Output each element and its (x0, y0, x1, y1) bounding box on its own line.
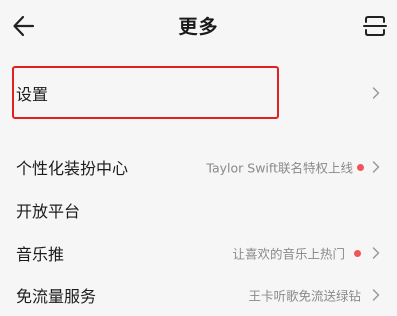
list-item-label: 个性化装扮中心 (16, 159, 129, 178)
settings-label: 设置 (16, 85, 49, 104)
more-menu-list: 个性化装扮中心 Taylor Swift联名特权上线 开放平台 音乐推 让喜欢的… (0, 140, 397, 311)
scan-icon (363, 16, 387, 36)
scan-button[interactable] (359, 10, 391, 42)
settings-row[interactable]: 设置 (0, 72, 397, 114)
settings-card: 设置 (0, 62, 397, 128)
list-item-label: 开放平台 (16, 202, 81, 221)
list-item-subtitle: 王卡听歌免流送绿钻 (248, 288, 361, 304)
chevron-right-icon (372, 247, 380, 259)
red-dot-badge (357, 163, 364, 171)
list-item-label: 音乐推 (16, 245, 65, 264)
list-item-subtitle: Taylor Swift联名特权上线 (206, 160, 353, 176)
app-header: 更多 (0, 0, 397, 52)
chevron-right-icon (372, 289, 380, 301)
chevron-right-icon (372, 161, 380, 173)
list-item-personalization[interactable]: 个性化装扮中心 Taylor Swift联名特权上线 (0, 146, 397, 188)
list-item-open-platform[interactable]: 开放平台 (0, 189, 397, 231)
red-dot-badge (354, 249, 361, 257)
list-item-label: 免流量服务 (16, 287, 97, 306)
page-title: 更多 (178, 16, 219, 38)
chevron-right-icon (372, 87, 380, 99)
list-item-subtitle: 让喜欢的音乐上热门 (232, 246, 345, 262)
list-item-music-promote[interactable]: 音乐推 让喜欢的音乐上热门 (0, 232, 397, 274)
list-item-free-data[interactable]: 免流量服务 王卡听歌免流送绿钻 (0, 274, 397, 316)
